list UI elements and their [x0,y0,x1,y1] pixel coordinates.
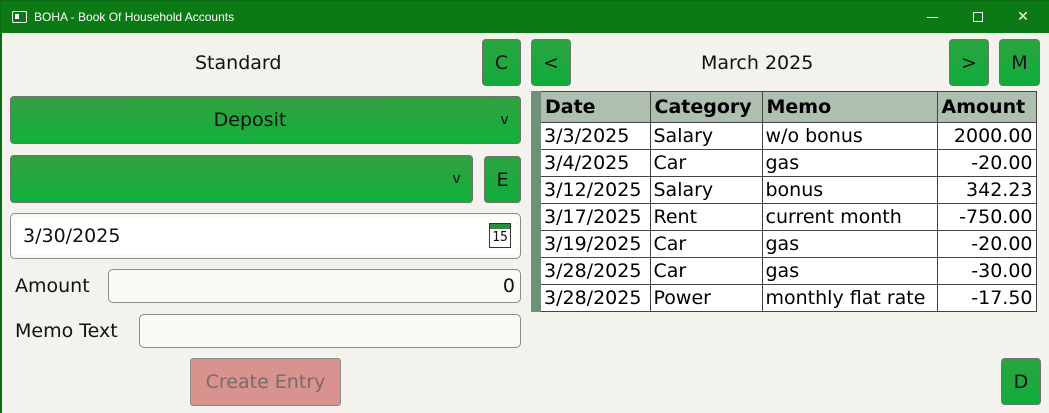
m-button[interactable]: M [999,39,1040,86]
cell-date: 3/12/2025 [535,176,651,204]
cell-category: Salary [649,122,763,150]
chevron-down-icon[interactable]: v [441,156,471,202]
main-panel: Standard C Deposit v v E 3/30/2025 15 Am… [2,33,1049,413]
title-bar[interactable]: BOHA - Book Of Household Accounts ✕ [1,1,1049,33]
memo-input[interactable] [139,314,521,348]
cell-amount: -20.00 [936,230,1037,258]
cell-amount: -20.00 [936,149,1037,177]
cell-amount: 342.23 [936,176,1037,204]
cell-memo: bonus [761,176,938,204]
cell-date: 3/4/2025 [535,149,651,177]
cell-memo: monthly flat rate [761,284,938,312]
cell-date: 3/28/2025 [535,284,651,312]
month-title: March 2025 [701,52,814,74]
maximize-button[interactable] [955,1,1001,33]
cell-memo: gas [761,257,938,285]
c-button[interactable]: C [482,39,521,86]
window-title: BOHA - Book Of Household Accounts [34,10,235,24]
table-row[interactable]: 3/17/2025 Rent current month -750.00 [535,203,1037,231]
date-picker[interactable]: 3/30/2025 15 [10,213,521,259]
date-value: 3/30/2025 [23,225,121,247]
d-button[interactable]: D [1001,358,1041,405]
cell-date: 3/19/2025 [535,230,651,258]
minimize-icon [926,16,938,18]
cell-category: Rent [649,203,763,231]
category-value [11,156,441,202]
cell-date: 3/17/2025 [535,203,651,231]
calendar-icon-day: 15 [492,230,508,245]
table-row[interactable]: 3/3/2025 Salary w/o bonus 2000.00 [535,122,1037,150]
maximize-icon [973,12,983,22]
column-header-amount[interactable]: Amount [936,91,1037,123]
cell-amount: 2000.00 [936,122,1037,150]
cell-category: Power [649,284,763,312]
table-row[interactable]: 3/28/2025 Power monthly flat rate -17.50 [535,284,1037,312]
close-icon: ✕ [1017,9,1029,25]
table-row[interactable]: 3/4/2025 Car gas -20.00 [535,149,1037,177]
calendar-icon[interactable]: 15 [489,223,511,248]
table-row[interactable]: 3/19/2025 Car gas -20.00 [535,230,1037,258]
calendar-icon-header [490,224,510,229]
entry-type-value: Deposit [213,109,287,131]
table-header-row: Date Category Memo Amount [535,91,1037,123]
app-window-icon [12,11,27,23]
entry-type-dropdown[interactable]: Deposit v [10,96,521,144]
mode-title: Standard [195,52,282,74]
cell-memo: gas [761,149,938,177]
chevron-down-icon[interactable]: v [489,97,519,143]
cell-date: 3/28/2025 [535,257,651,285]
cell-memo: current month [761,203,938,231]
column-header-memo[interactable]: Memo [761,91,938,123]
amount-input[interactable]: 0 [108,269,521,303]
column-header-category[interactable]: Category [649,91,763,123]
previous-month-button[interactable]: < [531,39,571,86]
app-window: BOHA - Book Of Household Accounts ✕ Stan… [0,0,1049,413]
next-month-button[interactable]: > [949,39,989,86]
amount-value: 0 [502,275,515,297]
cell-category: Car [649,149,763,177]
cell-amount: -30.00 [936,257,1037,285]
cell-memo: gas [761,230,938,258]
category-dropdown[interactable]: v [10,155,473,203]
cell-amount: -750.00 [936,203,1037,231]
transactions-table[interactable]: Date Category Memo Amount 3/3/2025 Salar… [531,91,1037,312]
cell-memo: w/o bonus [761,122,938,150]
close-button[interactable]: ✕ [1000,1,1046,33]
table-row[interactable]: 3/12/2025 Salary bonus 342.23 [535,176,1037,204]
column-header-date[interactable]: Date [535,91,651,123]
create-entry-button[interactable]: Create Entry [190,358,341,406]
memo-label: Memo Text [15,320,118,342]
minimize-button[interactable] [909,1,955,33]
table-row[interactable]: 3/28/2025 Car gas -30.00 [535,257,1037,285]
amount-label: Amount [15,275,90,297]
cell-category: Salary [649,176,763,204]
cell-category: Car [649,257,763,285]
cell-date: 3/3/2025 [535,122,651,150]
cell-amount: -17.50 [936,284,1037,312]
cell-category: Car [649,230,763,258]
e-button[interactable]: E [484,156,521,203]
